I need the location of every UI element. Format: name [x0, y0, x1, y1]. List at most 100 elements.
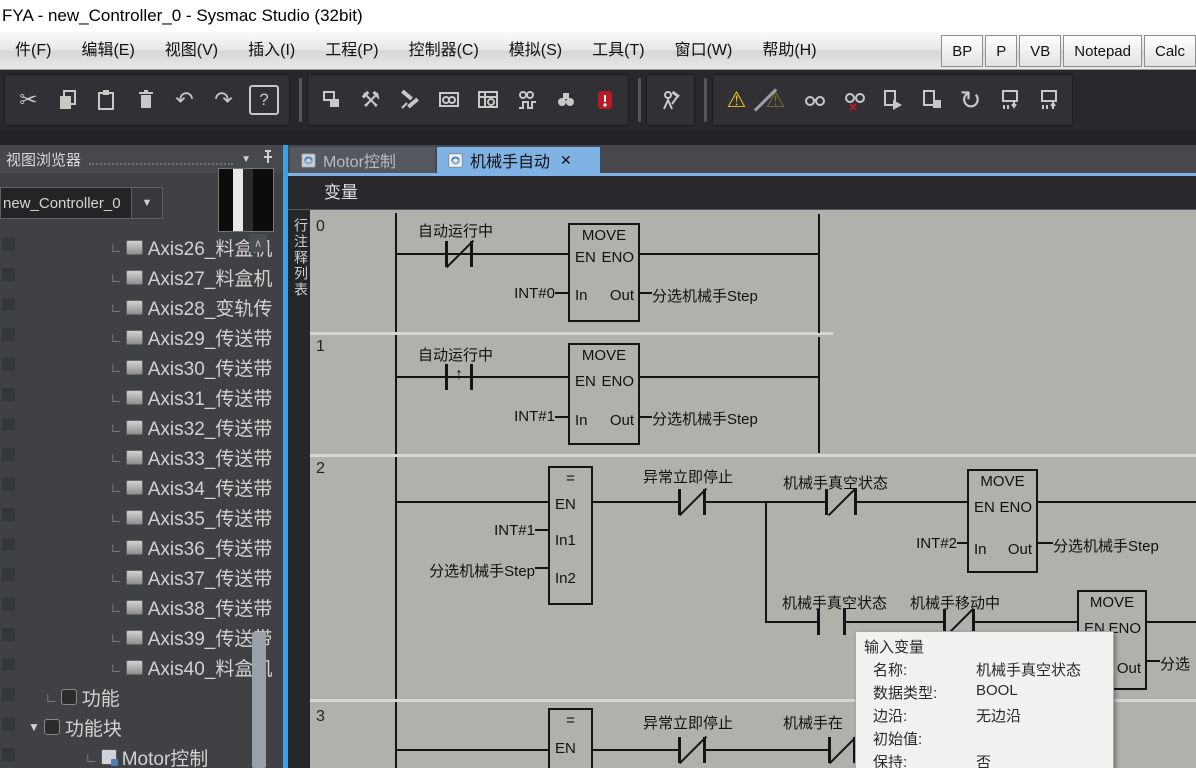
tree-item-label: Axis31_传送带	[148, 384, 273, 411]
notepad-button[interactable]: Notepad	[1063, 35, 1142, 67]
p-button[interactable]: P	[985, 35, 1017, 67]
data-trace-icon[interactable]	[507, 79, 546, 121]
rebuild-icon[interactable]	[390, 79, 429, 121]
rung-number[interactable]: 3	[316, 708, 325, 726]
warning-off-icon[interactable]: ⚠	[756, 79, 795, 121]
controller-selector[interactable]: new_Controller_0 ▼	[0, 187, 163, 219]
block-title: MOVE	[570, 347, 638, 364]
tree-item-axis37[interactable]: ∟Axis37_传送带	[0, 562, 283, 592]
operand-out[interactable]: 分选机械手Step	[652, 285, 758, 306]
cut-icon[interactable]: ✂	[9, 79, 48, 121]
expander-icon[interactable]: ▼	[28, 720, 40, 734]
operand-out[interactable]: 分选机械手Step	[652, 408, 758, 429]
contact-label: 自动运行中	[418, 344, 493, 365]
menu-window[interactable]: 窗口(W)	[660, 32, 748, 69]
operand-in2[interactable]: 分选机械手Step	[403, 560, 535, 581]
build-icon[interactable]: ⚒	[351, 79, 390, 121]
operand-in[interactable]: INT#0	[478, 285, 555, 302]
paste-icon[interactable]	[87, 79, 126, 121]
nc-contact[interactable]	[825, 489, 857, 515]
row-comment-list-tab[interactable]: 行注释列表	[288, 210, 310, 768]
watch-icon[interactable]	[795, 79, 834, 121]
calc-button[interactable]: Calc	[1144, 35, 1196, 67]
move-block[interactable]: MOVE EN ENO In Out	[568, 343, 640, 445]
menu-file[interactable]: 件(F)	[0, 32, 66, 69]
move-block[interactable]: MOVE EN ENO In Out	[967, 469, 1038, 573]
tree-item-axis39[interactable]: ∟Axis39_传送带	[0, 622, 283, 652]
help-icon[interactable]: ?	[249, 85, 279, 115]
synchronize-icon[interactable]: ↻	[951, 79, 990, 121]
menu-project[interactable]: 工程(P)	[310, 32, 393, 69]
tab-motor-control[interactable]: Motor控制	[290, 147, 435, 173]
window-title-bar[interactable]: FYA - new_Controller_0 - Sysmac Studio (…	[0, 0, 1196, 32]
search-icon[interactable]	[546, 79, 585, 121]
tree-item-axis32[interactable]: ∟Axis32_传送带	[0, 412, 283, 442]
tree-item-axis31[interactable]: ∟Axis31_传送带	[0, 382, 283, 412]
menu-tools[interactable]: 工具(T)	[577, 32, 659, 69]
move-block[interactable]: MOVE EN ENO In Out	[568, 223, 640, 322]
pin-eno: ENO	[601, 249, 634, 266]
tree-scrollbar-thumb[interactable]	[252, 632, 266, 768]
rung-number[interactable]: 1	[316, 338, 325, 356]
rung-number[interactable]: 2	[316, 460, 325, 478]
pin-icon[interactable]	[261, 150, 275, 168]
equals-block[interactable]: = EN In1 In2	[548, 466, 593, 605]
operand-in1[interactable]: INT#1	[458, 522, 535, 539]
troubleshooting-icon[interactable]	[585, 79, 624, 121]
rung-number[interactable]: 0	[316, 218, 325, 236]
watch-remove-icon[interactable]	[834, 79, 873, 121]
tree-item-motor-control[interactable]: ∟Motor控制	[0, 742, 283, 768]
menu-insert[interactable]: 插入(I)	[233, 32, 310, 69]
simulation-run-icon[interactable]	[873, 79, 912, 121]
tree-item-axis30[interactable]: ∟Axis30_传送带	[0, 352, 283, 382]
tree-item-axis33[interactable]: ∟Axis33_传送带	[0, 442, 283, 472]
bp-button[interactable]: BP	[941, 35, 983, 67]
tree-item-axis29[interactable]: ∟Axis29_传送带	[0, 322, 283, 352]
tree-item-axis27[interactable]: ∟Axis27_料盒机	[0, 262, 283, 292]
equals-block[interactable]: = EN	[548, 708, 593, 768]
monitor-icon[interactable]	[429, 79, 468, 121]
nc-contact[interactable]	[678, 737, 706, 763]
operand-out[interactable]: 分选机械手Step	[1053, 535, 1159, 556]
redo-icon[interactable]: ↷	[204, 79, 243, 121]
tree-scroll-up-button[interactable]: ∧	[249, 234, 267, 252]
operation-author-icon[interactable]	[651, 79, 690, 121]
tree-item-axis34[interactable]: ∟Axis34_传送带	[0, 472, 283, 502]
tree-item-function-blocks[interactable]: ▼功能块	[0, 712, 278, 742]
export-window-icon[interactable]	[312, 79, 351, 121]
chevron-down-icon[interactable]: ▼	[241, 154, 251, 165]
menu-edit[interactable]: 编辑(E)	[66, 32, 149, 69]
undo-icon[interactable]: ↶	[165, 79, 204, 121]
delete-icon[interactable]	[126, 79, 165, 121]
menu-view[interactable]: 视图(V)	[150, 32, 233, 69]
copy-icon[interactable]	[48, 79, 87, 121]
variables-bar[interactable]: 变量	[288, 176, 1196, 210]
vb-button[interactable]: VB	[1019, 35, 1061, 67]
tree-item-functions[interactable]: ∟功能	[0, 682, 283, 712]
nc-contact[interactable]	[678, 489, 706, 515]
nc-contact[interactable]	[445, 241, 473, 267]
tree-item-axis26[interactable]: ∟Axis26_料盒机	[0, 232, 283, 262]
simulation-stop-icon[interactable]	[912, 79, 951, 121]
nc-contact[interactable]	[828, 737, 856, 763]
transfer-from-controller-icon[interactable]	[1029, 79, 1068, 121]
tree-item-axis40[interactable]: ∟Axis40_料盒机	[0, 652, 283, 682]
no-contact[interactable]	[817, 609, 846, 635]
close-icon[interactable]: ✕	[560, 152, 572, 169]
warning-on-icon[interactable]: ⚠	[717, 79, 756, 121]
controller-dropdown-arrow[interactable]: ▼	[131, 188, 162, 218]
transfer-to-controller-icon[interactable]	[990, 79, 1029, 121]
operand-out[interactable]: 分选	[1160, 653, 1190, 674]
tree-item-axis28[interactable]: ∟Axis28_变轨传	[0, 292, 283, 322]
menu-help[interactable]: 帮助(H)	[747, 32, 831, 69]
operand-in[interactable]: INT#1	[478, 408, 555, 425]
tree-item-axis38[interactable]: ∟Axis38_传送带	[0, 592, 283, 622]
watch-table-icon[interactable]	[468, 79, 507, 121]
rising-edge-contact[interactable]: ↑	[445, 364, 473, 390]
tab-robot-auto[interactable]: 机械手自动 ✕	[437, 147, 600, 173]
tree-item-axis36[interactable]: ∟Axis36_传送带	[0, 532, 283, 562]
operand-in[interactable]: INT#2	[880, 535, 957, 552]
menu-controller[interactable]: 控制器(C)	[394, 32, 494, 69]
tree-item-axis35[interactable]: ∟Axis35_传送带	[0, 502, 283, 532]
menu-simulation[interactable]: 模拟(S)	[494, 32, 577, 69]
